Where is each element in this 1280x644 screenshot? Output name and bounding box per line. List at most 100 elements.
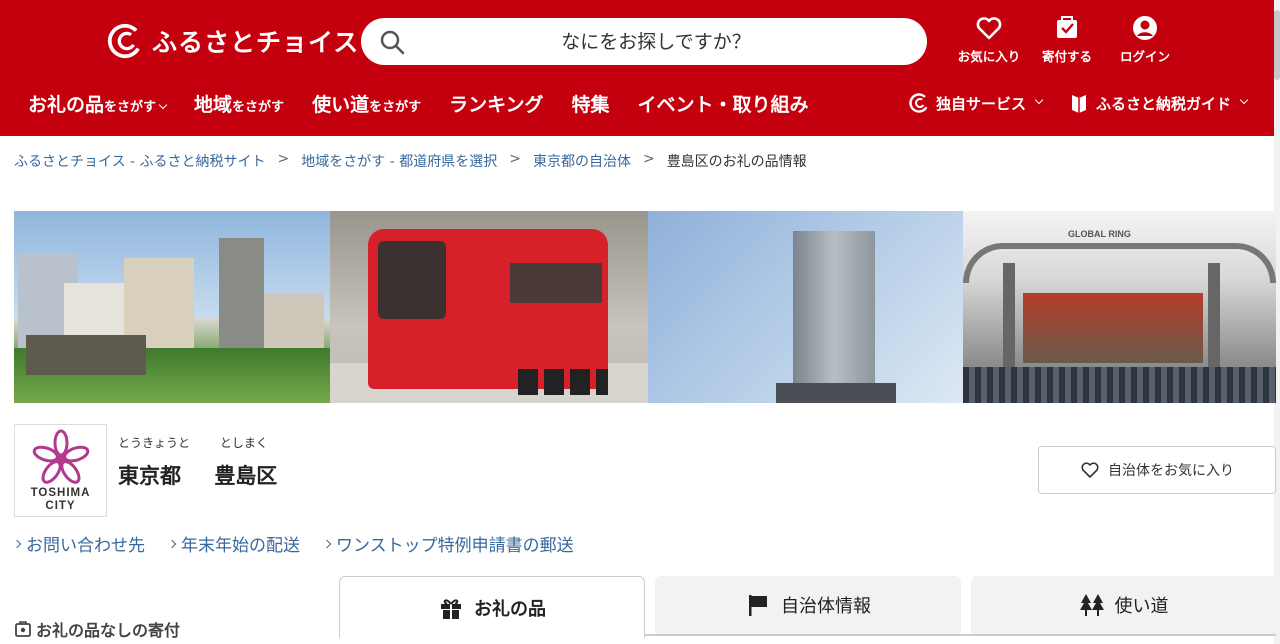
breadcrumb-separator: >: [277, 151, 290, 167]
favorites-label: お気に入り: [957, 49, 1021, 64]
choice-logo-icon: [106, 22, 144, 60]
nav-gifts[interactable]: お礼の品 をさがす: [28, 90, 168, 117]
tower-shape: [793, 231, 875, 403]
flag-icon: [749, 595, 767, 616]
nav-region-sub: をさがす: [232, 100, 285, 115]
no-gift-donation-link[interactable]: お礼の品なしの寄付: [14, 617, 180, 641]
breadcrumb-home[interactable]: ふるさとチョイス - ふるさと納税サイト: [14, 151, 266, 171]
flower-logo-icon: [32, 429, 89, 484]
info-links: お問い合わせ先 年末年始の配送 ワンストップ特例申請書の郵送: [12, 531, 574, 556]
nav-region[interactable]: 地域 をさがす: [194, 90, 284, 117]
city-name: 豊島区: [214, 464, 278, 488]
search-icon[interactable]: [379, 29, 405, 55]
chevron-down-icon: [1239, 95, 1249, 105]
logo-text-toshima: TOSHIMA: [30, 487, 91, 499]
gift-icon: [441, 598, 461, 619]
search-bar: [361, 18, 927, 65]
contact-link[interactable]: お問い合わせ先: [12, 531, 145, 556]
nav-ranking-label: ランキング: [449, 94, 544, 116]
choice-logo-icon: [909, 93, 929, 113]
furigana-city: としまく: [219, 436, 268, 450]
scrollbar-thumb[interactable]: [1274, 10, 1280, 80]
user-icon: [1133, 16, 1157, 40]
logo-text: ふるさとチョイス: [152, 28, 360, 57]
municipality-logo: TOSHIMA CITY: [14, 424, 107, 517]
nav-guide-label: ふるさと納税ガイド: [1096, 94, 1232, 113]
year-end-shipping-label: 年末年始の配送: [181, 536, 300, 556]
nav-events-label: イベント・取り組み: [637, 94, 809, 116]
breadcrumb-region[interactable]: 地域をさがす - 都道府県を選択: [301, 151, 497, 171]
breadcrumb: ふるさとチョイス - ふるさと納税サイト > 地域をさがす - 都道府県を選択 …: [14, 151, 807, 171]
nav-features-label: 特集: [571, 94, 610, 116]
donate-button[interactable]: 寄付する: [1038, 14, 1096, 65]
furigana-prefecture: とうきょうと: [118, 436, 191, 450]
tab-gifts-label: お礼の品: [474, 598, 546, 620]
banner-photo-global-ring: GLOBAL RING: [963, 211, 1276, 403]
tower-base-shape: [776, 383, 896, 403]
nav-right: 独自サービス ふるさと納税ガイド: [908, 92, 1249, 114]
nav-ranking[interactable]: ランキング: [449, 90, 543, 117]
chevron-down-icon: [158, 100, 168, 110]
tab-usage[interactable]: 使い道: [971, 576, 1276, 634]
nav-original-services[interactable]: 独自サービス: [908, 92, 1044, 114]
crowd-shape: [963, 367, 1276, 403]
storefront-shape: [1023, 293, 1203, 363]
year-end-shipping-link[interactable]: 年末年始の配送: [167, 531, 300, 556]
breadcrumb-current: 豊島区のお礼の品情報: [666, 154, 807, 170]
login-button[interactable]: ログイン: [1116, 14, 1174, 65]
hero-banner: GLOBAL RING: [14, 211, 1276, 403]
breadcrumb-separator: >: [509, 151, 521, 167]
one-stop-form-link[interactable]: ワンストップ特例申請書の郵送: [322, 531, 574, 556]
bus-window-shape: [510, 263, 602, 303]
bag-icon: [1057, 16, 1077, 38]
tab-divider: [645, 634, 1276, 636]
banner-photo-park: [14, 211, 330, 403]
nav-gifts-main: お礼の品: [28, 94, 105, 116]
municipality-furigana: とうきょうと としまく: [118, 434, 268, 451]
box-icon: [15, 621, 31, 637]
heart-icon: [976, 17, 1002, 40]
tab-usage-label: 使い道: [1114, 596, 1169, 617]
search-input[interactable]: [421, 24, 891, 59]
header-actions: お気に入り 寄付する ログイン: [957, 14, 1174, 65]
favorite-municipality-button[interactable]: 自治体をお気に入り: [1038, 446, 1276, 494]
tab-gifts[interactable]: お礼の品: [339, 576, 645, 638]
tab-municipality-info-label: 自治体情報: [781, 596, 871, 617]
nav-events[interactable]: イベント・取り組み: [638, 90, 809, 117]
logo-text-city: CITY: [45, 500, 76, 512]
global-ring-sign: GLOBAL RING: [1068, 229, 1131, 239]
banner-photo-tower: [648, 211, 963, 403]
one-stop-form-label: ワンストップ特例申請書の郵送: [336, 536, 574, 556]
chevron-right-icon: [12, 539, 22, 548]
heart-icon: [1081, 462, 1099, 478]
favorite-municipality-label: 自治体をお気に入り: [1108, 463, 1234, 479]
nav-region-main: 地域: [194, 94, 233, 116]
breadcrumb-separator: >: [642, 151, 655, 167]
banner-photo-red-bus: [330, 211, 648, 403]
main-nav: お礼の品 をさがす 地域 をさがす 使い道 をさがす ランキング 特集 イベント…: [28, 90, 837, 117]
nav-usage-sub: をさがす: [369, 100, 422, 115]
chevron-right-icon: [167, 539, 177, 548]
login-label: ログイン: [1119, 49, 1170, 64]
nav-original-services-label: 独自サービス: [936, 94, 1027, 113]
favorites-button[interactable]: お気に入り: [957, 14, 1021, 65]
site-logo[interactable]: ふるさとチョイス: [106, 22, 359, 60]
site-header: ふるさとチョイス お気に入り 寄付する: [0, 0, 1274, 136]
bus-wheels-shape: [518, 369, 608, 395]
tab-municipality-info[interactable]: 自治体情報: [655, 576, 961, 634]
nav-usage-main: 使い道: [312, 94, 370, 116]
book-icon: [1072, 95, 1087, 113]
no-gift-donation-label: お礼の品なしの寄付: [36, 621, 181, 640]
chevron-right-icon: [322, 539, 332, 548]
nav-usage[interactable]: 使い道 をさがす: [312, 90, 421, 117]
municipality-name: 東京都 豊島区: [118, 460, 277, 490]
breadcrumb-prefecture[interactable]: 東京都の自治体: [533, 151, 631, 171]
nav-guide[interactable]: ふるさと納税ガイド: [1068, 92, 1249, 114]
prefecture-name: 東京都: [118, 464, 181, 488]
nav-gifts-sub: をさがす: [104, 100, 157, 115]
trees-icon: [1079, 594, 1104, 616]
nav-features[interactable]: 特集: [572, 90, 610, 117]
pavilion-shape: [26, 335, 146, 375]
donate-label: 寄付する: [1041, 49, 1092, 64]
contact-link-label: お問い合わせ先: [26, 536, 145, 556]
